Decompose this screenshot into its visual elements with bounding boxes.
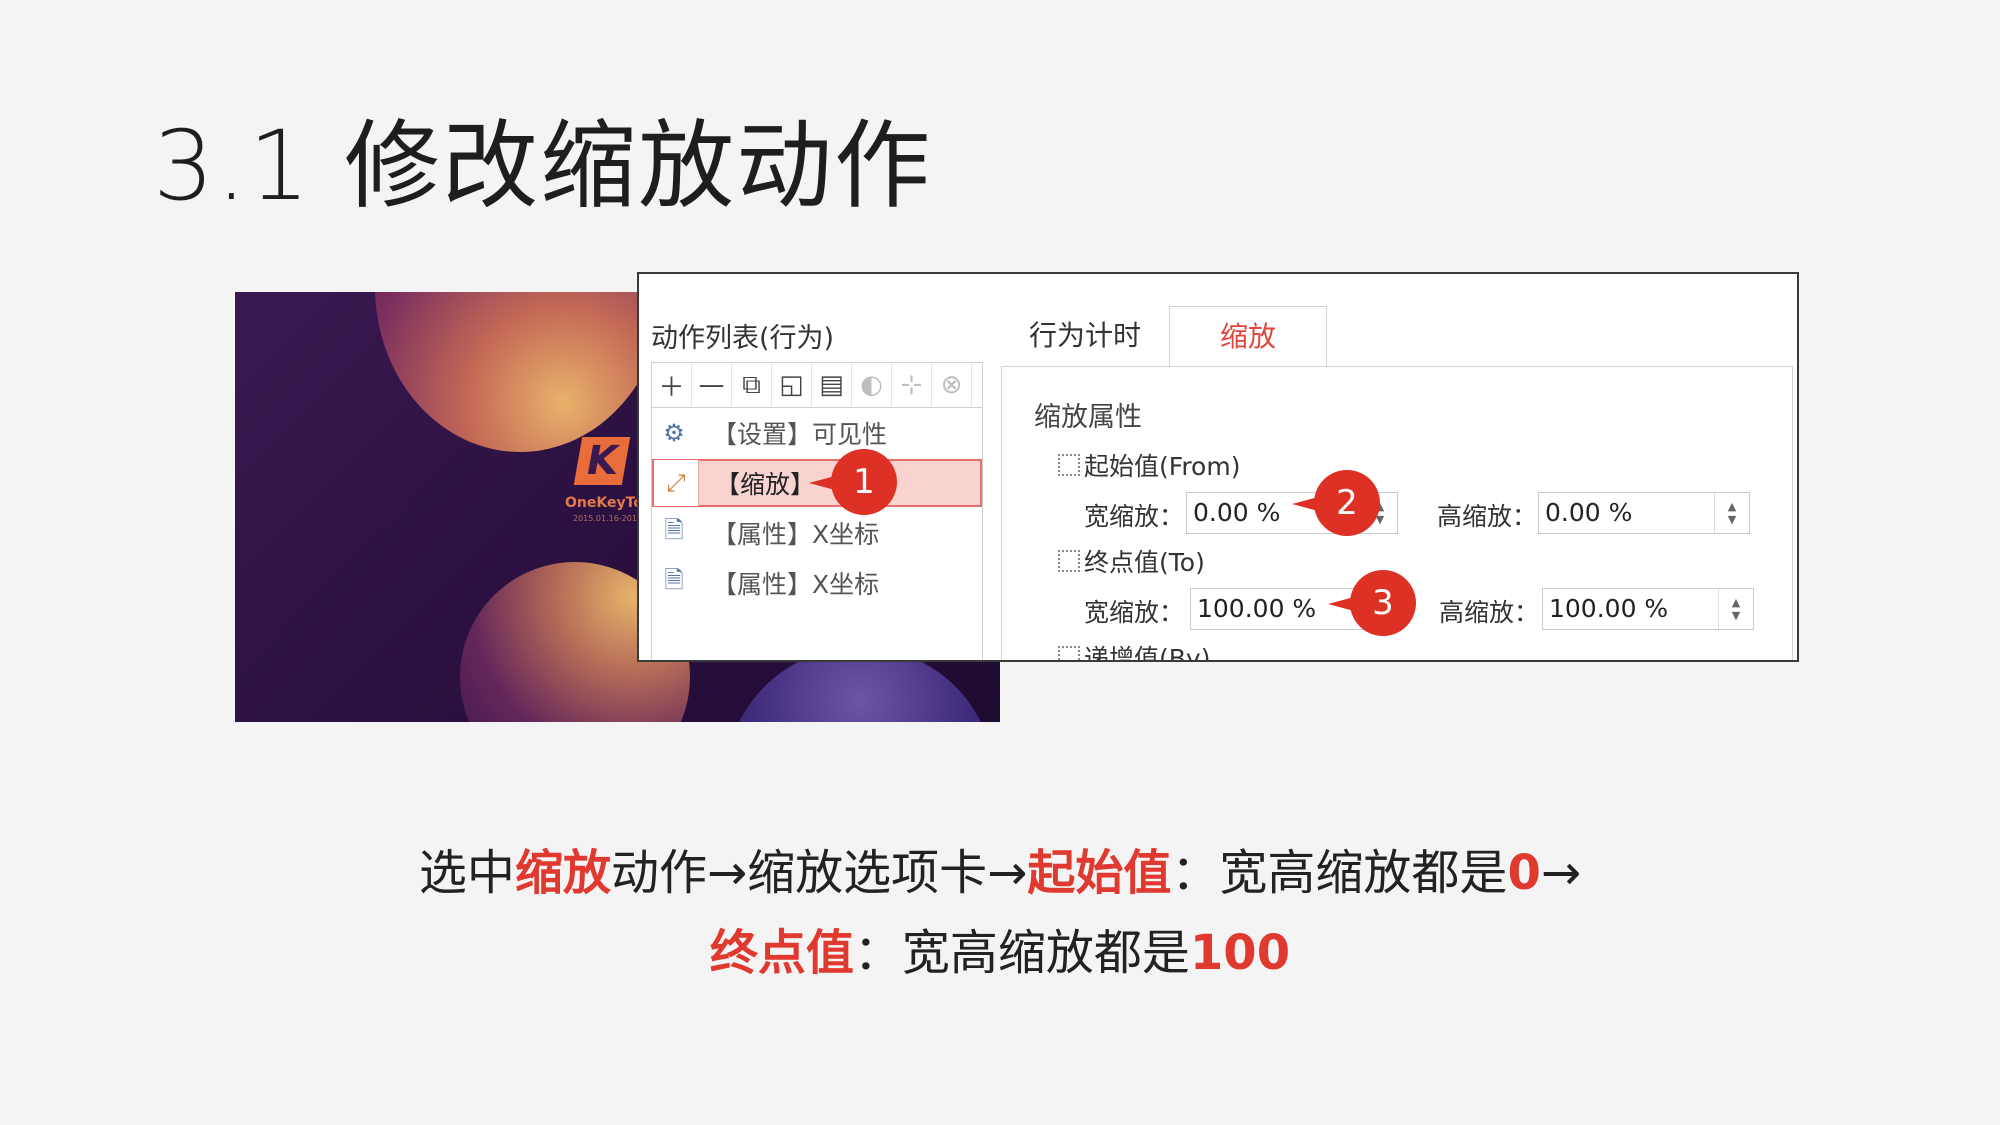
from-group-label: 起始值(From) [1058,447,1240,483]
paste-icon[interactable]: ▤ [812,364,852,406]
step-marker-2: 2 [1292,470,1380,536]
copy-icon[interactable]: ⧉ [732,364,772,406]
gear-icon: ⚙ [663,419,685,447]
scale-icon: ⤢ [654,460,699,506]
caption-line-1: 选中缩放动作→缩放选项卡→起始值：宽高缩放都是0→ [418,845,1582,901]
list-item-label: 【设置】可见性 [712,420,888,449]
tab-scale[interactable]: 缩放 [1169,306,1328,368]
to-height-input[interactable]: 100.00 % ▲ ▼ [1542,588,1754,630]
list-item[interactable]: ⚙ 【设置】可见性 [652,409,982,457]
mirror-icon[interactable]: ◐ [852,364,892,406]
logo-text: OneKeyTo [565,495,643,511]
merge-icon[interactable]: ⊗ [932,364,972,406]
cut-icon[interactable]: ◱ [772,364,812,406]
tab-timing[interactable]: 行为计时 [1029,306,1141,366]
action-list-heading: 动作列表(行为) [651,323,835,354]
action-list-pane: 动作列表(行为) ＋ — ⧉ ◱ ▤ ◐ ⊹ ⊗ ⚙ 【设置】可见性 ⤢ 【缩放… [647,274,987,660]
list-item[interactable]: 🗎 【属性】X坐标 [652,509,982,557]
tab-bar: 行为计时 缩放 [999,306,1779,368]
to-height-label: 高缩放： [1439,598,1540,627]
from-width-label: 宽缩放： [1084,502,1185,531]
caption-line-2: 终点值：宽高缩放都是100 [709,925,1291,981]
spinner[interactable]: ▲▼ [1718,589,1753,629]
step-marker-1: 1 [809,449,897,515]
slide-title: 3.1 修改缩放动作 [153,110,933,222]
from-height-label: 高缩放： [1437,502,1538,531]
list-item-label: 【属性】X坐标 [712,570,880,599]
spinner[interactable]: ▲▼ [1714,493,1749,533]
action-toolbar: ＋ — ⧉ ◱ ▤ ◐ ⊹ ⊗ [651,362,983,408]
from-height-input[interactable]: 0.00 % ▲ ▼ [1538,492,1750,534]
group-icon [1058,454,1080,476]
properties-title: 缩放属性 [1034,402,1142,433]
property-icon: 🗎 [664,515,684,544]
orb-decoration [375,292,665,452]
to-group-label: 终点值(To) [1058,543,1205,579]
property-icon: 🗎 [664,565,684,594]
group-icon [1058,550,1080,572]
animation-panel: 动作列表(行为) ＋ — ⧉ ◱ ▤ ◐ ⊹ ⊗ ⚙ 【设置】可见性 ⤢ 【缩放… [637,272,1799,662]
list-item[interactable]: 🗎 【属性】X坐标 [652,559,982,607]
list-item-label: 【缩放】 [715,470,816,499]
by-group-label: 递增值(By) [1058,639,1210,660]
logo-icon: K [573,437,631,485]
action-list: ⚙ 【设置】可见性 ⤢ 【缩放】 🗎 【属性】X坐标 🗎 【属性】X坐标 [651,407,983,660]
add-icon[interactable]: ＋ [652,364,692,406]
link-icon[interactable]: ⊹ [892,364,932,406]
group-icon [1058,646,1080,660]
step-marker-3: 3 [1328,570,1416,636]
list-item-label: 【属性】X坐标 [712,520,880,549]
to-width-label: 宽缩放： [1084,598,1185,627]
remove-icon[interactable]: — [692,364,732,406]
